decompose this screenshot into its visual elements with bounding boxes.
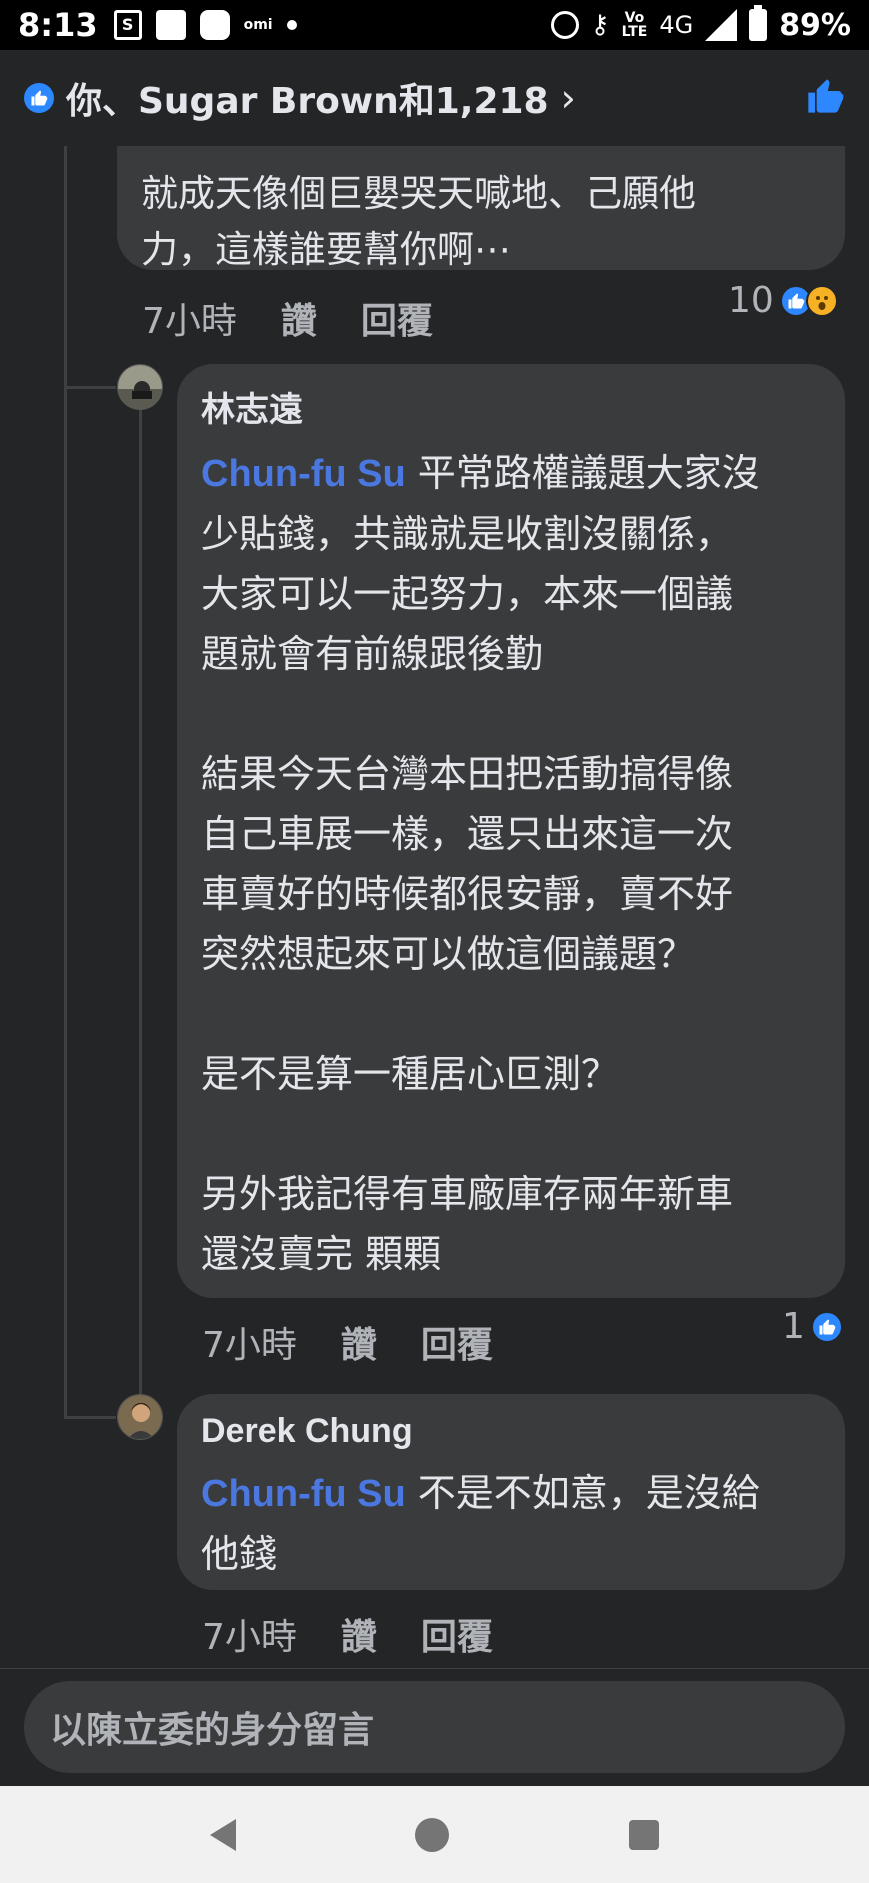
reaction-count: 10 — [728, 280, 774, 321]
comment-body: 平常路權議題大家沒 少貼錢，共識就是收割沒關係， 大家可以一起努力，本來一個議 … — [201, 451, 760, 1276]
comment-time: 7小時 — [202, 1617, 297, 1658]
wow-reaction-icon — [805, 284, 838, 317]
mention-link[interactable]: Chun-fu Su — [201, 1473, 406, 1515]
reaction-summary[interactable]: 10 — [728, 280, 838, 321]
notification-square-icon — [155, 10, 186, 40]
reactions-header[interactable]: 你、Sugar Brown和1,218 › — [0, 50, 869, 146]
comment-thread: 就成天像個巨嬰哭天喊地、己願他 力，這樣誰要幫你啊⋯ 7小時 讚 回覆 10 林… — [0, 146, 869, 1668]
thread-branch — [64, 386, 116, 389]
comment-time: 7小時 — [142, 301, 237, 342]
like-button-icon[interactable] — [805, 76, 845, 120]
reply-link[interactable]: 回覆 — [421, 1316, 493, 1368]
back-icon[interactable] — [209, 1818, 236, 1851]
status-icons-left: S omi — [113, 10, 297, 40]
status-time: 8:13 — [18, 6, 98, 44]
omi-icon: omi — [243, 17, 273, 33]
reply-link[interactable]: 回覆 — [421, 1608, 493, 1660]
recent-apps-icon[interactable] — [629, 1819, 660, 1850]
status-bar: 8:13 S omi ⚷ Vo LTE 4G 89% — [0, 0, 869, 50]
comment-author[interactable]: 林志遠 — [201, 382, 821, 431]
volte-icon: Vo LTE — [621, 10, 648, 40]
thread-line — [64, 146, 67, 1418]
comment-author[interactable]: Derek Chung — [201, 1412, 821, 1451]
comment-bubble: 就成天像個巨嬰哭天喊地、己願他 力，這樣誰要幫你啊⋯ — [117, 146, 845, 271]
battery-percent: 89% — [779, 7, 851, 43]
like-reaction-icon — [24, 83, 54, 113]
comment-text: Chun-fu Su 不是不如意，是沒給 他錢 — [201, 1463, 821, 1584]
avatar[interactable] — [117, 1394, 163, 1440]
thread-line — [139, 408, 142, 1408]
like-reaction-icon — [810, 1310, 843, 1343]
comment-meta: 7小時 讚 回覆 — [202, 1316, 537, 1368]
reaction-summary[interactable]: 1 — [782, 1306, 843, 1347]
system-nav-bar — [0, 1786, 869, 1883]
like-link[interactable]: 讚 — [281, 292, 317, 344]
like-link[interactable]: 讚 — [341, 1316, 377, 1368]
alarm-icon — [550, 11, 579, 39]
reply-link[interactable]: 回覆 — [361, 292, 433, 344]
home-icon[interactable] — [415, 1817, 450, 1852]
comment-bubble: 林志遠 Chun-fu Su 平常路權議題大家沒 少貼錢，共識就是收割沒關係， … — [177, 364, 845, 1298]
reaction-count: 1 — [782, 1306, 805, 1347]
thread-branch — [64, 1416, 116, 1419]
status-icons-right: ⚷ Vo LTE 4G 89% — [550, 5, 851, 43]
chevron-right-icon[interactable]: › — [561, 76, 576, 120]
comment-composer-bar: 以陳立委的身分留言 — [0, 1668, 869, 1786]
network-type: 4G — [659, 11, 694, 39]
comment-meta: 7小時 讚 回覆 — [202, 1608, 537, 1660]
key-icon: ⚷ — [590, 10, 610, 40]
comment-text: Chun-fu Su 平常路權議題大家沒 少貼錢，共識就是收割沒關係， 大家可以… — [201, 443, 821, 1284]
reactors-summary[interactable]: 你、Sugar Brown和1,218 — [66, 72, 549, 124]
avatar[interactable] — [117, 364, 163, 410]
comment-input[interactable]: 以陳立委的身分留言 — [24, 1681, 845, 1773]
comment-meta: 7小時 讚 回覆 — [142, 292, 477, 344]
comment-text: 就成天像個巨嬰哭天喊地、己願他 力，這樣誰要幫你啊⋯ — [141, 172, 696, 271]
shopping-bag-icon: S — [113, 10, 142, 40]
battery-icon — [749, 5, 768, 41]
notification-app-icon — [199, 10, 230, 40]
like-link[interactable]: 讚 — [341, 1608, 377, 1660]
mention-link[interactable]: Chun-fu Su — [201, 453, 406, 495]
signal-icon — [705, 9, 738, 41]
comment-time: 7小時 — [202, 1325, 297, 1366]
comment-bubble: Derek Chung Chun-fu Su 不是不如意，是沒給 他錢 — [177, 1394, 845, 1590]
more-notifications-dot-icon — [286, 20, 297, 30]
